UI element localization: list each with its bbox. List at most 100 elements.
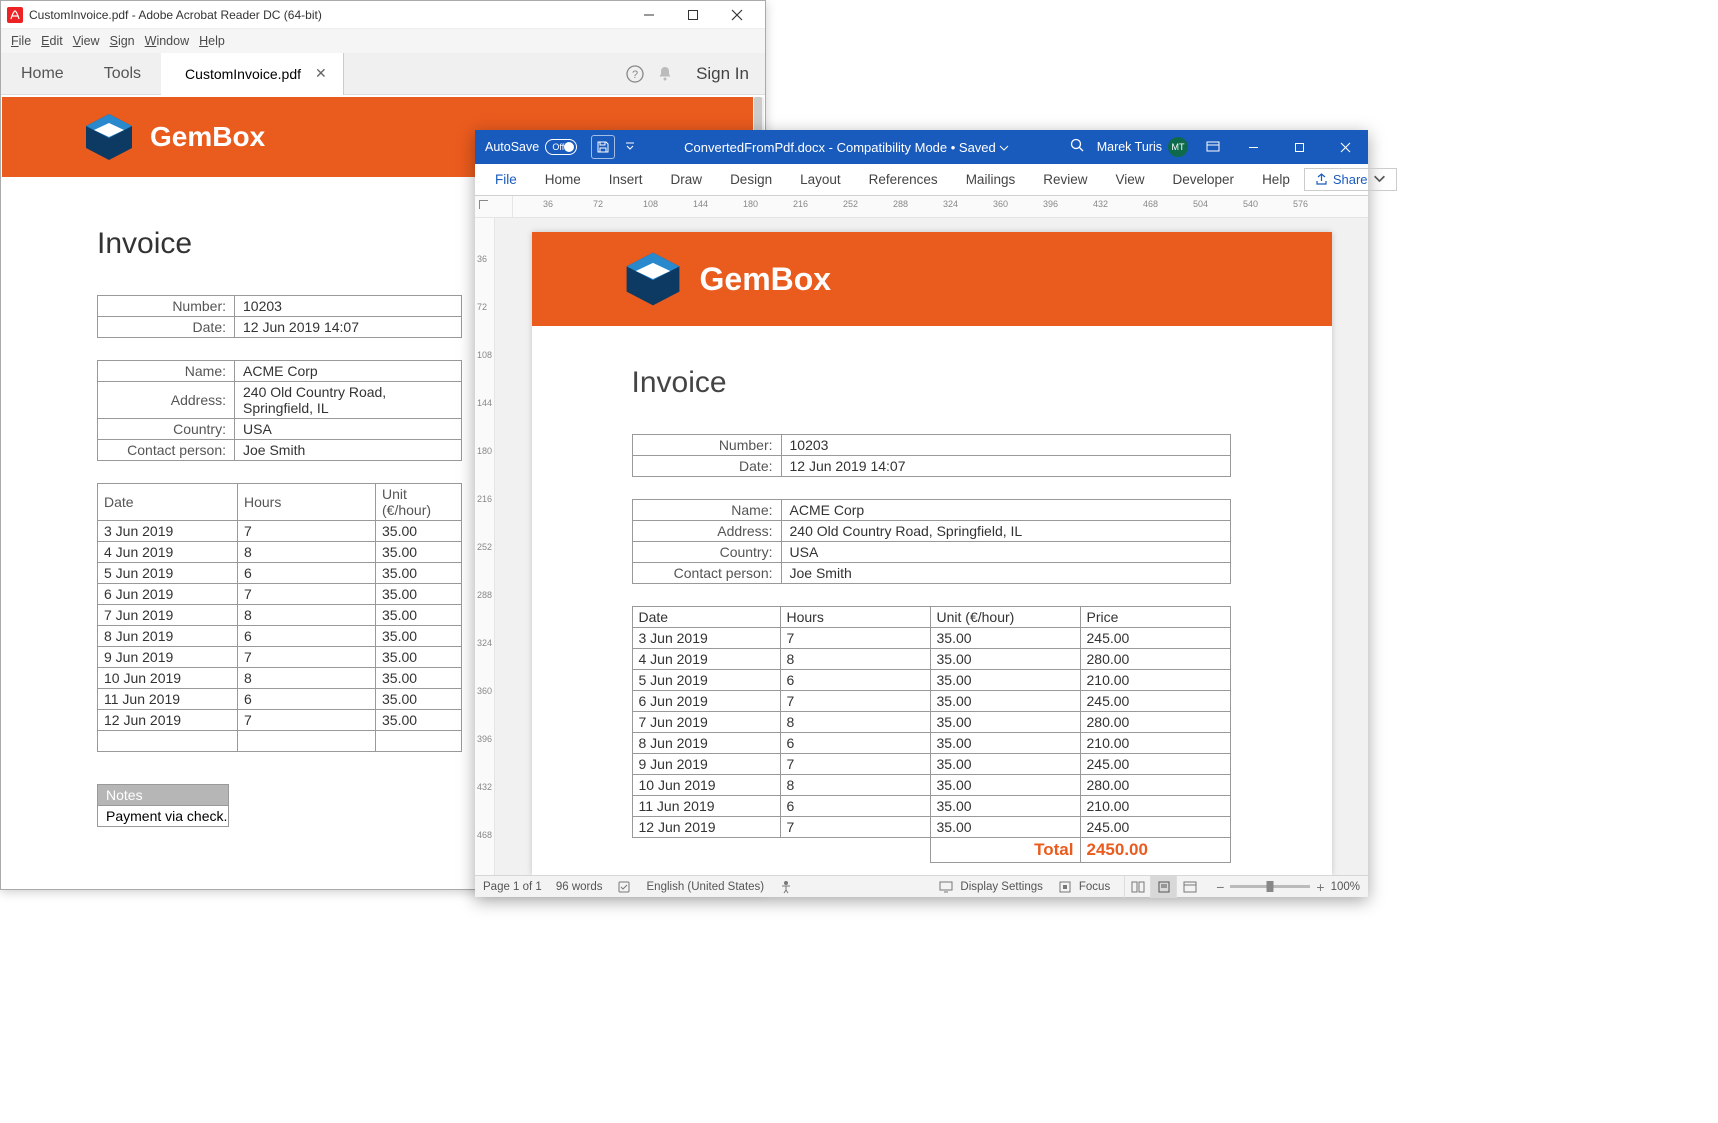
label-contact: Contact person:: [632, 563, 781, 584]
label-contact: Contact person:: [98, 440, 235, 461]
ribbon-developer[interactable]: Developer: [1159, 166, 1249, 193]
menu-window[interactable]: Window: [141, 32, 193, 50]
ribbon-references[interactable]: References: [855, 166, 952, 193]
table-row: 11 Jun 2019635.00: [98, 689, 462, 710]
share-button[interactable]: Share: [1304, 168, 1397, 191]
ribbon-view[interactable]: View: [1101, 166, 1158, 193]
table-row: 4 Jun 2019835.00280.00: [632, 649, 1230, 670]
table-row: 8 Jun 2019635.00210.00: [632, 733, 1230, 754]
menu-view[interactable]: View: [69, 32, 104, 50]
ribbon-mailings[interactable]: Mailings: [952, 166, 1030, 193]
status-language[interactable]: English (United States): [647, 881, 765, 893]
label-address: Address:: [632, 521, 781, 542]
table-row: 8 Jun 2019635.00: [98, 626, 462, 647]
value-date: 12 Jun 2019 14:07: [235, 317, 462, 338]
view-web-layout[interactable]: [1176, 876, 1202, 898]
col-price: Price: [1080, 607, 1230, 628]
view-read-mode[interactable]: [1124, 876, 1150, 898]
word-minimize-button[interactable]: [1230, 130, 1276, 164]
table-row: 12 Jun 2019735.00245.00: [632, 817, 1230, 838]
zoom-in-icon[interactable]: +: [1316, 879, 1324, 895]
focus-mode[interactable]: Focus: [1057, 879, 1110, 895]
menu-sign[interactable]: Sign: [106, 32, 139, 50]
acrobat-minimize-button[interactable]: [627, 2, 671, 28]
ribbon-display-icon[interactable]: [1196, 140, 1230, 154]
chevron-down-icon: [999, 143, 1009, 153]
table-row: 7 Jun 2019835.00280.00: [632, 712, 1230, 733]
ribbon-help[interactable]: Help: [1248, 166, 1304, 193]
table-row: 6 Jun 2019735.00: [98, 584, 462, 605]
menu-file[interactable]: File: [7, 32, 35, 50]
table-row: 3 Jun 2019735.00245.00: [632, 628, 1230, 649]
status-page[interactable]: Page 1 of 1: [483, 881, 542, 893]
table-row: 4 Jun 2019835.00: [98, 542, 462, 563]
word-titlebar[interactable]: AutoSave Off ConvertedFromPdf.docx - Com…: [475, 130, 1368, 164]
display-settings[interactable]: Display Settings: [938, 879, 1042, 895]
label-date: Date:: [98, 317, 235, 338]
word-maximize-button[interactable]: [1276, 130, 1322, 164]
value-number: 10203: [781, 435, 1230, 456]
word-page[interactable]: GemBox Invoice Number:10203 Date:12 Jun …: [532, 232, 1332, 875]
menu-edit[interactable]: Edit: [37, 32, 67, 50]
autosave-toggle[interactable]: AutoSave Off: [485, 139, 577, 155]
ribbon-home[interactable]: Home: [531, 166, 595, 193]
acrobat-menubar: File Edit View Sign Window Help: [1, 29, 765, 53]
menu-help[interactable]: Help: [195, 32, 229, 50]
accessibility-icon[interactable]: [778, 879, 794, 895]
vertical-ruler[interactable]: 3672108144180216252288324360396432468: [475, 218, 495, 875]
bell-icon[interactable]: [650, 64, 680, 84]
horizontal-ruler[interactable]: 3672108144180216252288324360396432468504…: [475, 196, 1368, 218]
gembox-logo-icon: [82, 110, 136, 164]
ribbon-insert[interactable]: Insert: [595, 166, 657, 193]
word-window: AutoSave Off ConvertedFromPdf.docx - Com…: [475, 130, 1368, 897]
gembox-banner: GemBox: [532, 232, 1332, 326]
nav-tools[interactable]: Tools: [84, 53, 161, 95]
zoom-slider[interactable]: [1230, 885, 1310, 888]
zoom-control[interactable]: − + 100%: [1216, 879, 1360, 895]
notes-header: Notes: [97, 784, 229, 805]
status-words[interactable]: 96 words: [556, 881, 603, 893]
acrobat-maximize-button[interactable]: [671, 2, 715, 28]
col-unit: Unit (€/hour): [930, 607, 1080, 628]
ribbon-review[interactable]: Review: [1029, 166, 1101, 193]
help-icon[interactable]: ?: [620, 64, 650, 84]
value-name: ACME Corp: [235, 361, 462, 382]
value-date: 12 Jun 2019 14:07: [781, 456, 1230, 477]
acrobat-close-button[interactable]: [715, 2, 759, 28]
label-number: Number:: [98, 296, 235, 317]
word-invoice-lines-table: DateHoursUnit (€/hour)Price 3 Jun 201973…: [632, 606, 1231, 863]
zoom-level[interactable]: 100%: [1331, 881, 1360, 893]
gembox-brand-text: GemBox: [700, 261, 832, 298]
user-account[interactable]: Marek Turis MT: [1097, 137, 1188, 157]
ribbon-layout[interactable]: Layout: [786, 166, 855, 193]
sign-in-link[interactable]: Sign In: [680, 64, 765, 84]
nav-home[interactable]: Home: [1, 53, 84, 95]
word-ribbon: File Home Insert Draw Design Layout Refe…: [475, 164, 1368, 196]
acrobat-app-icon: [7, 7, 23, 23]
word-close-button[interactable]: [1322, 130, 1368, 164]
search-icon[interactable]: [1070, 138, 1085, 156]
acrobat-titlebar[interactable]: CustomInvoice.pdf - Adobe Acrobat Reader…: [1, 1, 765, 29]
table-row: 9 Jun 2019735.00245.00: [632, 754, 1230, 775]
acrobat-toolbar: Home Tools CustomInvoice.pdf ✕ ? Sign In: [1, 53, 765, 95]
ribbon-design[interactable]: Design: [716, 166, 786, 193]
ribbon-file[interactable]: File: [481, 166, 531, 193]
qat-more-icon[interactable]: [625, 140, 635, 154]
close-tab-icon[interactable]: ✕: [315, 65, 327, 82]
word-document-viewport[interactable]: GemBox Invoice Number:10203 Date:12 Jun …: [495, 218, 1368, 875]
ribbon-draw[interactable]: Draw: [657, 166, 717, 193]
chevron-down-icon: [1373, 173, 1386, 186]
document-tab[interactable]: CustomInvoice.pdf ✕: [161, 53, 344, 95]
total-value: 2450.00: [1080, 838, 1230, 863]
col-hours: Hours: [780, 607, 930, 628]
value-name: ACME Corp: [781, 500, 1230, 521]
zoom-out-icon[interactable]: −: [1216, 879, 1224, 895]
word-document-title[interactable]: ConvertedFromPdf.docx - Compatibility Mo…: [635, 140, 1057, 155]
save-button[interactable]: [591, 135, 615, 159]
label-country: Country:: [632, 542, 781, 563]
spellcheck-icon[interactable]: [617, 879, 633, 895]
value-address: 240 Old Country Road, Springfield, IL: [781, 521, 1230, 542]
label-address: Address:: [98, 382, 235, 419]
view-print-layout[interactable]: [1150, 876, 1176, 898]
autosave-state: Off: [552, 142, 564, 152]
